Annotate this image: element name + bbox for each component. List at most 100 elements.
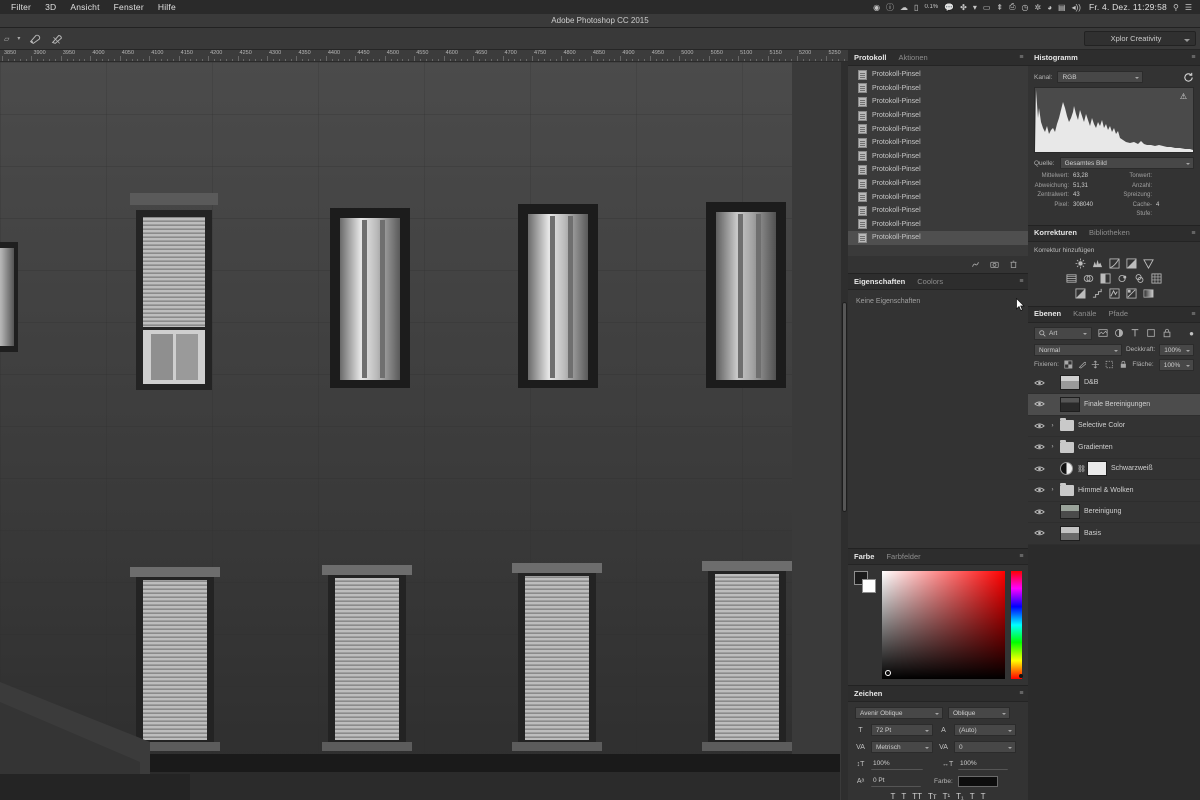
airplay-icon[interactable]: ⎙ bbox=[1009, 2, 1015, 12]
layer-visibility-icon[interactable] bbox=[1034, 422, 1045, 430]
menu-item-ansicht[interactable]: Ansicht bbox=[63, 2, 106, 12]
history-state-item[interactable]: Protokoll-Pinsel bbox=[848, 95, 1028, 109]
tab-korrekturen[interactable]: Korrekturen bbox=[1034, 228, 1077, 238]
battery-icon[interactable]: ▯ bbox=[914, 3, 918, 12]
layer-name-label[interactable]: Selective Color bbox=[1078, 422, 1125, 429]
cached-data-warning-icon[interactable]: ⚠ bbox=[1180, 92, 1187, 101]
layer-name-label[interactable]: D&B bbox=[1084, 379, 1098, 386]
layer-expand-arrow-icon[interactable]: › bbox=[1049, 423, 1056, 429]
layer-row[interactable]: › Gradienten bbox=[1028, 437, 1200, 459]
history-state-item[interactable]: Protokoll-Pinsel bbox=[848, 136, 1028, 150]
channel-mixer-icon[interactable] bbox=[1134, 273, 1145, 284]
tab-aktionen[interactable]: Aktionen bbox=[899, 53, 928, 63]
tab-farbe[interactable]: Farbe bbox=[854, 552, 874, 562]
color-balance-icon[interactable] bbox=[1083, 273, 1094, 284]
menu-item-hilfe[interactable]: Hilfe bbox=[151, 2, 183, 12]
baseline-shift-field[interactable]: 0 Pt bbox=[871, 775, 921, 787]
background-color-swatch[interactable] bbox=[862, 579, 876, 593]
filter-pixel-icon[interactable] bbox=[1098, 328, 1108, 338]
tab-bibliotheken[interactable]: Bibliotheken bbox=[1089, 228, 1130, 238]
timemachine-icon[interactable]: ◷ bbox=[1022, 3, 1029, 12]
tab-farbfelder[interactable]: Farbfelder bbox=[886, 552, 920, 562]
layer-name-label[interactable]: Basis bbox=[1084, 530, 1101, 537]
panel-menu-icon[interactable]: ≡ bbox=[1019, 690, 1024, 697]
character-style-button[interactable]: T bbox=[901, 792, 906, 800]
tab-zeichen[interactable]: Zeichen bbox=[854, 689, 882, 699]
opacity-field[interactable]: 100% bbox=[1159, 343, 1194, 356]
transfer-icon[interactable]: ⇞ bbox=[996, 3, 1003, 12]
menu-item-filter[interactable]: Filter bbox=[4, 2, 38, 12]
character-style-button[interactable]: Tт bbox=[928, 792, 937, 800]
color-picker-marker[interactable] bbox=[885, 670, 891, 676]
layer-name-label[interactable]: Schwarzweiß bbox=[1111, 465, 1153, 472]
horizontal-scale-field[interactable]: 100% bbox=[958, 758, 1008, 770]
hue-saturation-icon[interactable] bbox=[1066, 273, 1077, 284]
chat-icon[interactable]: 💬 bbox=[944, 3, 954, 12]
layer-name-label[interactable]: Bereinigung bbox=[1084, 508, 1121, 515]
layer-row[interactable]: D&B bbox=[1028, 373, 1200, 394]
character-style-button[interactable]: T¹ bbox=[943, 792, 951, 800]
posterize-icon[interactable] bbox=[1092, 288, 1103, 299]
layer-thumbnail[interactable] bbox=[1060, 504, 1080, 520]
lock-image-icon[interactable] bbox=[1078, 360, 1087, 369]
brightness-contrast-icon[interactable] bbox=[1075, 258, 1086, 269]
curves-icon[interactable] bbox=[1109, 258, 1120, 269]
layer-row[interactable]: Bereinigung bbox=[1028, 502, 1200, 523]
bluetooth-icon[interactable]: ✲ bbox=[1034, 3, 1041, 12]
hue-slider[interactable] bbox=[1011, 571, 1023, 679]
leading-field[interactable]: (Auto) bbox=[954, 724, 1016, 736]
source-select[interactable]: Gesamtes Bild bbox=[1059, 157, 1194, 169]
text-color-swatch[interactable] bbox=[957, 775, 998, 787]
panel-menu-icon[interactable]: ≡ bbox=[1191, 311, 1196, 318]
selective-color-icon[interactable] bbox=[1126, 288, 1137, 299]
layer-visibility-icon[interactable] bbox=[1034, 400, 1045, 408]
history-state-item[interactable]: Protokoll-Pinsel bbox=[848, 109, 1028, 123]
layer-expand-arrow-icon[interactable]: › bbox=[1049, 487, 1056, 493]
menu-bar-clock[interactable]: Fr. 4. Dez. 11:29:58 bbox=[1087, 2, 1167, 12]
document-canvas[interactable] bbox=[0, 62, 848, 800]
levels-icon[interactable] bbox=[1092, 258, 1103, 269]
panel-menu-icon[interactable]: ≡ bbox=[1019, 54, 1024, 61]
history-state-item[interactable]: Protokoll-Pinsel bbox=[848, 190, 1028, 204]
create-new-snapshot-icon[interactable] bbox=[990, 260, 999, 269]
vibrance-icon[interactable] bbox=[1142, 258, 1154, 269]
history-state-item[interactable]: Protokoll-Pinsel bbox=[848, 82, 1028, 96]
layer-name-label[interactable]: Finale Bereinigungen bbox=[1084, 401, 1150, 408]
tab-pfade[interactable]: Pfade bbox=[1108, 309, 1128, 319]
tab-coolors[interactable]: Coolors bbox=[917, 277, 943, 287]
tab-histogramm[interactable]: Histogramm bbox=[1034, 53, 1078, 63]
filter-adjustment-icon[interactable] bbox=[1114, 328, 1124, 338]
lock-artboard-icon[interactable] bbox=[1105, 360, 1114, 369]
lock-transparency-icon[interactable] bbox=[1064, 360, 1073, 369]
history-state-item[interactable]: Protokoll-Pinsel bbox=[848, 204, 1028, 218]
panel-menu-icon[interactable]: ≡ bbox=[1019, 553, 1024, 560]
layer-row[interactable]: › Selective Color bbox=[1028, 416, 1200, 437]
history-state-item[interactable]: Protokoll-Pinsel bbox=[848, 150, 1028, 164]
refresh-icon[interactable] bbox=[1183, 72, 1194, 83]
color-lookup-icon[interactable] bbox=[1151, 273, 1162, 284]
filter-type-icon[interactable] bbox=[1130, 328, 1140, 338]
character-style-button[interactable]: T bbox=[890, 792, 895, 800]
create-document-from-state-icon[interactable] bbox=[971, 260, 980, 269]
invert-icon[interactable] bbox=[1075, 288, 1086, 299]
tracking-field[interactable]: 0 bbox=[954, 741, 1016, 753]
photo-filter-icon[interactable] bbox=[1117, 273, 1128, 284]
layer-visibility-icon[interactable] bbox=[1034, 379, 1045, 387]
spotlight-search-icon[interactable]: ⚲ bbox=[1173, 3, 1179, 12]
panel-menu-icon[interactable]: ≡ bbox=[1191, 230, 1196, 237]
character-style-button[interactable]: T₁ bbox=[956, 792, 964, 800]
history-state-item[interactable]: Protokoll-Pinsel bbox=[848, 177, 1028, 191]
filter-shape-icon[interactable] bbox=[1146, 328, 1156, 338]
character-style-button[interactable]: TT bbox=[912, 792, 922, 800]
wifi-icon[interactable]: ◕ bbox=[1047, 3, 1052, 12]
layer-visibility-icon[interactable] bbox=[1034, 465, 1045, 473]
layer-mask-link-icon[interactable]: ⛓ bbox=[1077, 465, 1086, 473]
workspace-switcher[interactable]: Xplor Creativity bbox=[1084, 31, 1196, 46]
layer-visibility-icon[interactable] bbox=[1034, 508, 1045, 516]
kerning-field[interactable]: Metrisch bbox=[871, 741, 933, 753]
fill-field[interactable]: 100% bbox=[1158, 358, 1195, 371]
smudge-tool-icon[interactable] bbox=[50, 32, 64, 46]
history-state-item[interactable]: Protokoll-Pinsel bbox=[848, 68, 1028, 82]
lock-all-icon[interactable] bbox=[1119, 360, 1128, 369]
font-family-field[interactable]: Avenir Oblique bbox=[855, 707, 943, 719]
